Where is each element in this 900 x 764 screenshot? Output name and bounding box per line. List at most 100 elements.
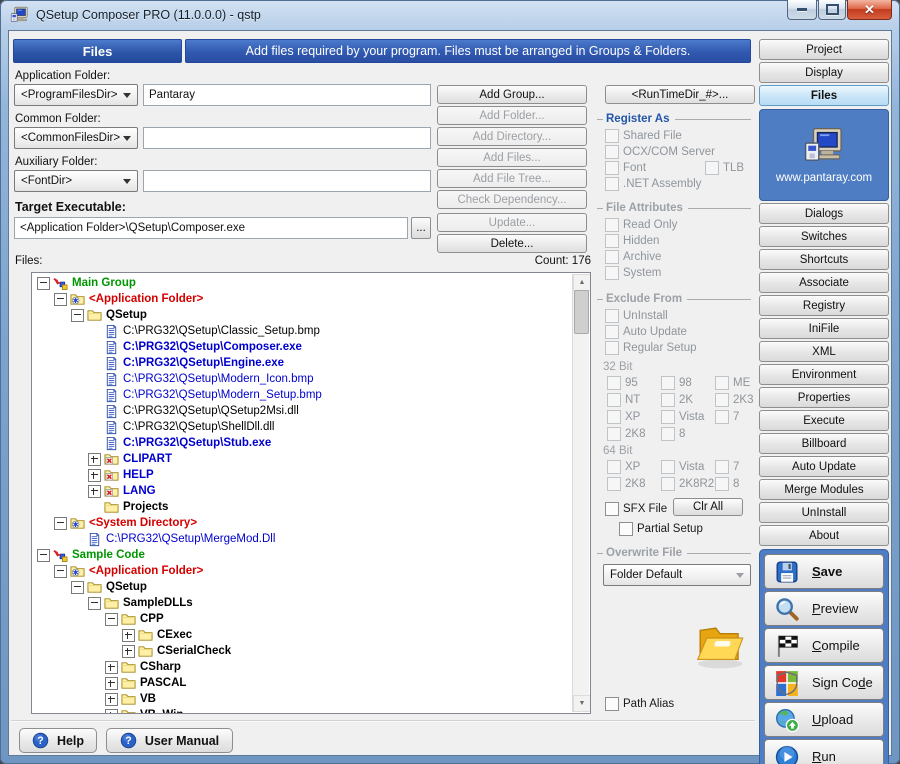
checkbox-os64-8[interactable]: 8 [715, 477, 739, 491]
add-files-button[interactable]: Add Files... [437, 148, 587, 167]
tree-row-pascal[interactable]: PASCAL [32, 675, 590, 691]
tree-row-file[interactable]: C:\PRG32\QSetup\Composer.exe [32, 339, 590, 355]
add-folder-button[interactable]: Add Folder... [437, 106, 587, 125]
minimize-button[interactable] [787, 0, 817, 20]
checkbox-partial-setup[interactable]: Partial Setup [619, 522, 703, 536]
tree-row-vb-win[interactable]: VB_Win [32, 707, 590, 714]
checkbox-system[interactable]: System [605, 266, 661, 280]
sign-code-button[interactable]: Sign Code [764, 665, 884, 700]
tree-row-sample-code[interactable]: Sample Code [32, 547, 590, 563]
help-button[interactable]: Help [19, 728, 97, 753]
sidebar-item-files[interactable]: Files [759, 85, 889, 106]
checkbox-os-2k[interactable]: 2K [661, 393, 715, 407]
tree-row-sampledlls[interactable]: SampleDLLs [32, 595, 590, 611]
checkbox-net-assembly[interactable]: .NET Assembly [605, 177, 701, 191]
scroll-up-icon[interactable]: ▲ [573, 274, 591, 291]
overwrite-file-combo[interactable]: Folder Default [603, 564, 751, 586]
expand-icon[interactable] [88, 453, 101, 466]
checkbox-exclude-uninstall[interactable]: UnInstall [605, 309, 668, 323]
checkbox-os-nt[interactable]: NT [607, 393, 661, 407]
runtime-dir-button[interactable]: <RunTimeDir_#>... [605, 85, 755, 104]
update-button[interactable]: Update... [437, 213, 587, 232]
tree-row-application-folder[interactable]: <Application Folder> [32, 563, 590, 579]
target-executable-input[interactable]: <Application Folder>\QSetup\Composer.exe [14, 217, 408, 239]
upload-button[interactable]: Upload [764, 702, 884, 737]
checkbox-ocx-com-server[interactable]: OCX/COM Server [605, 145, 715, 159]
delete-button[interactable]: Delete... [437, 234, 587, 253]
collapse-icon[interactable] [71, 581, 84, 594]
scrollbar-thumb[interactable] [574, 290, 589, 334]
clr-all-button[interactable]: Clr All [673, 498, 743, 516]
sidebar-item-display[interactable]: Display [759, 62, 889, 83]
expand-icon[interactable] [88, 469, 101, 482]
checkbox-os-8[interactable]: 8 [661, 427, 685, 441]
checkbox-os-2k3[interactable]: 2K3 [715, 393, 753, 407]
user-manual-button[interactable]: User Manual [106, 728, 233, 753]
collapse-icon[interactable] [54, 517, 67, 530]
tree-row-cserialcheck[interactable]: CSerialCheck [32, 643, 590, 659]
tree-row-help[interactable]: HELP [32, 467, 590, 483]
expand-icon[interactable] [105, 693, 118, 706]
tree-row-file[interactable]: C:\PRG32\QSetup\Modern_Setup.bmp [32, 387, 590, 403]
sidebar-item-xml[interactable]: XML [759, 341, 889, 362]
checkbox-os-vista[interactable]: Vista [661, 410, 715, 424]
sidebar-item-registry[interactable]: Registry [759, 295, 889, 316]
tree-row-qsetup[interactable]: QSetup [32, 579, 590, 595]
scroll-down-icon[interactable]: ▼ [573, 695, 591, 712]
tree-row-vb[interactable]: VB [32, 691, 590, 707]
checkbox-os-me[interactable]: ME [715, 376, 750, 390]
save-button[interactable]: Save [764, 554, 884, 589]
browse-button[interactable]: ... [411, 217, 431, 239]
sidebar-item-project[interactable]: Project [759, 39, 889, 60]
checkbox-os64-xp[interactable]: XP [607, 460, 661, 474]
sidebar-item-associate[interactable]: Associate [759, 272, 889, 293]
auxiliary-folder-input[interactable] [143, 170, 431, 192]
tree-row-csharp[interactable]: CSharp [32, 659, 590, 675]
expand-icon[interactable] [105, 661, 118, 674]
tree-row-file[interactable]: C:\PRG32\QSetup\ShellDll.dll [32, 419, 590, 435]
add-directory-button[interactable]: Add Directory... [437, 127, 587, 146]
checkbox-shared-file[interactable]: Shared File [605, 129, 682, 143]
run-button[interactable]: Run [764, 739, 884, 764]
tree-row-clipart[interactable]: CLIPART [32, 451, 590, 467]
collapse-icon[interactable] [37, 277, 50, 290]
checkbox-os64-vista[interactable]: Vista [661, 460, 715, 474]
expand-icon[interactable] [122, 645, 135, 658]
checkbox-os64-2k8[interactable]: 2K8 [607, 477, 661, 491]
sidebar-item-merge-modules[interactable]: Merge Modules [759, 479, 889, 500]
application-folder-input[interactable]: Pantaray [143, 84, 431, 106]
collapse-icon[interactable] [54, 565, 67, 578]
checkbox-os-95[interactable]: 95 [607, 376, 661, 390]
checkbox-hidden[interactable]: Hidden [605, 234, 659, 248]
check-dependency-button[interactable]: Check Dependency... [437, 190, 587, 209]
checkbox-os-xp[interactable]: XP [607, 410, 661, 424]
checkbox-os-2k8[interactable]: 2K8 [607, 427, 661, 441]
checkbox-tlb[interactable]: TLB [705, 161, 744, 175]
tree-row-main-group[interactable]: Main Group [32, 275, 590, 291]
checkbox-sfx-file[interactable]: SFX File [605, 502, 667, 516]
add-group-button[interactable]: Add Group... [437, 85, 587, 104]
preview-button[interactable]: Preview [764, 591, 884, 626]
tree-row-file[interactable]: C:\PRG32\QSetup\Engine.exe [32, 355, 590, 371]
sidebar-item-inifile[interactable]: IniFile [759, 318, 889, 339]
tree-row-system-directory[interactable]: <System Directory> [32, 515, 590, 531]
pantaray-website-link[interactable]: www.pantaray.com [759, 109, 889, 201]
application-folder-combo[interactable]: <ProgramFilesDir> [14, 84, 138, 106]
checkbox-os64-7[interactable]: 7 [715, 460, 739, 474]
tree-row-application-folder[interactable]: <Application Folder> [32, 291, 590, 307]
sidebar-item-auto-update[interactable]: Auto Update [759, 456, 889, 477]
files-tree[interactable]: Main Group <Application Folder> QSetup C… [31, 272, 591, 714]
tree-row-file[interactable]: C:\PRG32\QSetup\Classic_Setup.bmp [32, 323, 590, 339]
tree-row-cpp[interactable]: CPP [32, 611, 590, 627]
compile-button[interactable]: Compile [764, 628, 884, 663]
expand-icon[interactable] [105, 677, 118, 690]
title-bar[interactable]: QSetup Composer PRO (11.0.0.0) - qstp ✕ [0, 0, 900, 30]
files-page-tab[interactable]: Files [13, 39, 182, 63]
tree-row-projects[interactable]: Projects [32, 499, 590, 515]
expand-icon[interactable] [105, 709, 118, 715]
checkbox-path-alias[interactable]: Path Alias [605, 697, 674, 711]
tree-row-lang[interactable]: LANG [32, 483, 590, 499]
auxiliary-folder-combo[interactable]: <FontDir> [14, 170, 138, 192]
expand-icon[interactable] [88, 485, 101, 498]
sidebar-item-billboard[interactable]: Billboard [759, 433, 889, 454]
